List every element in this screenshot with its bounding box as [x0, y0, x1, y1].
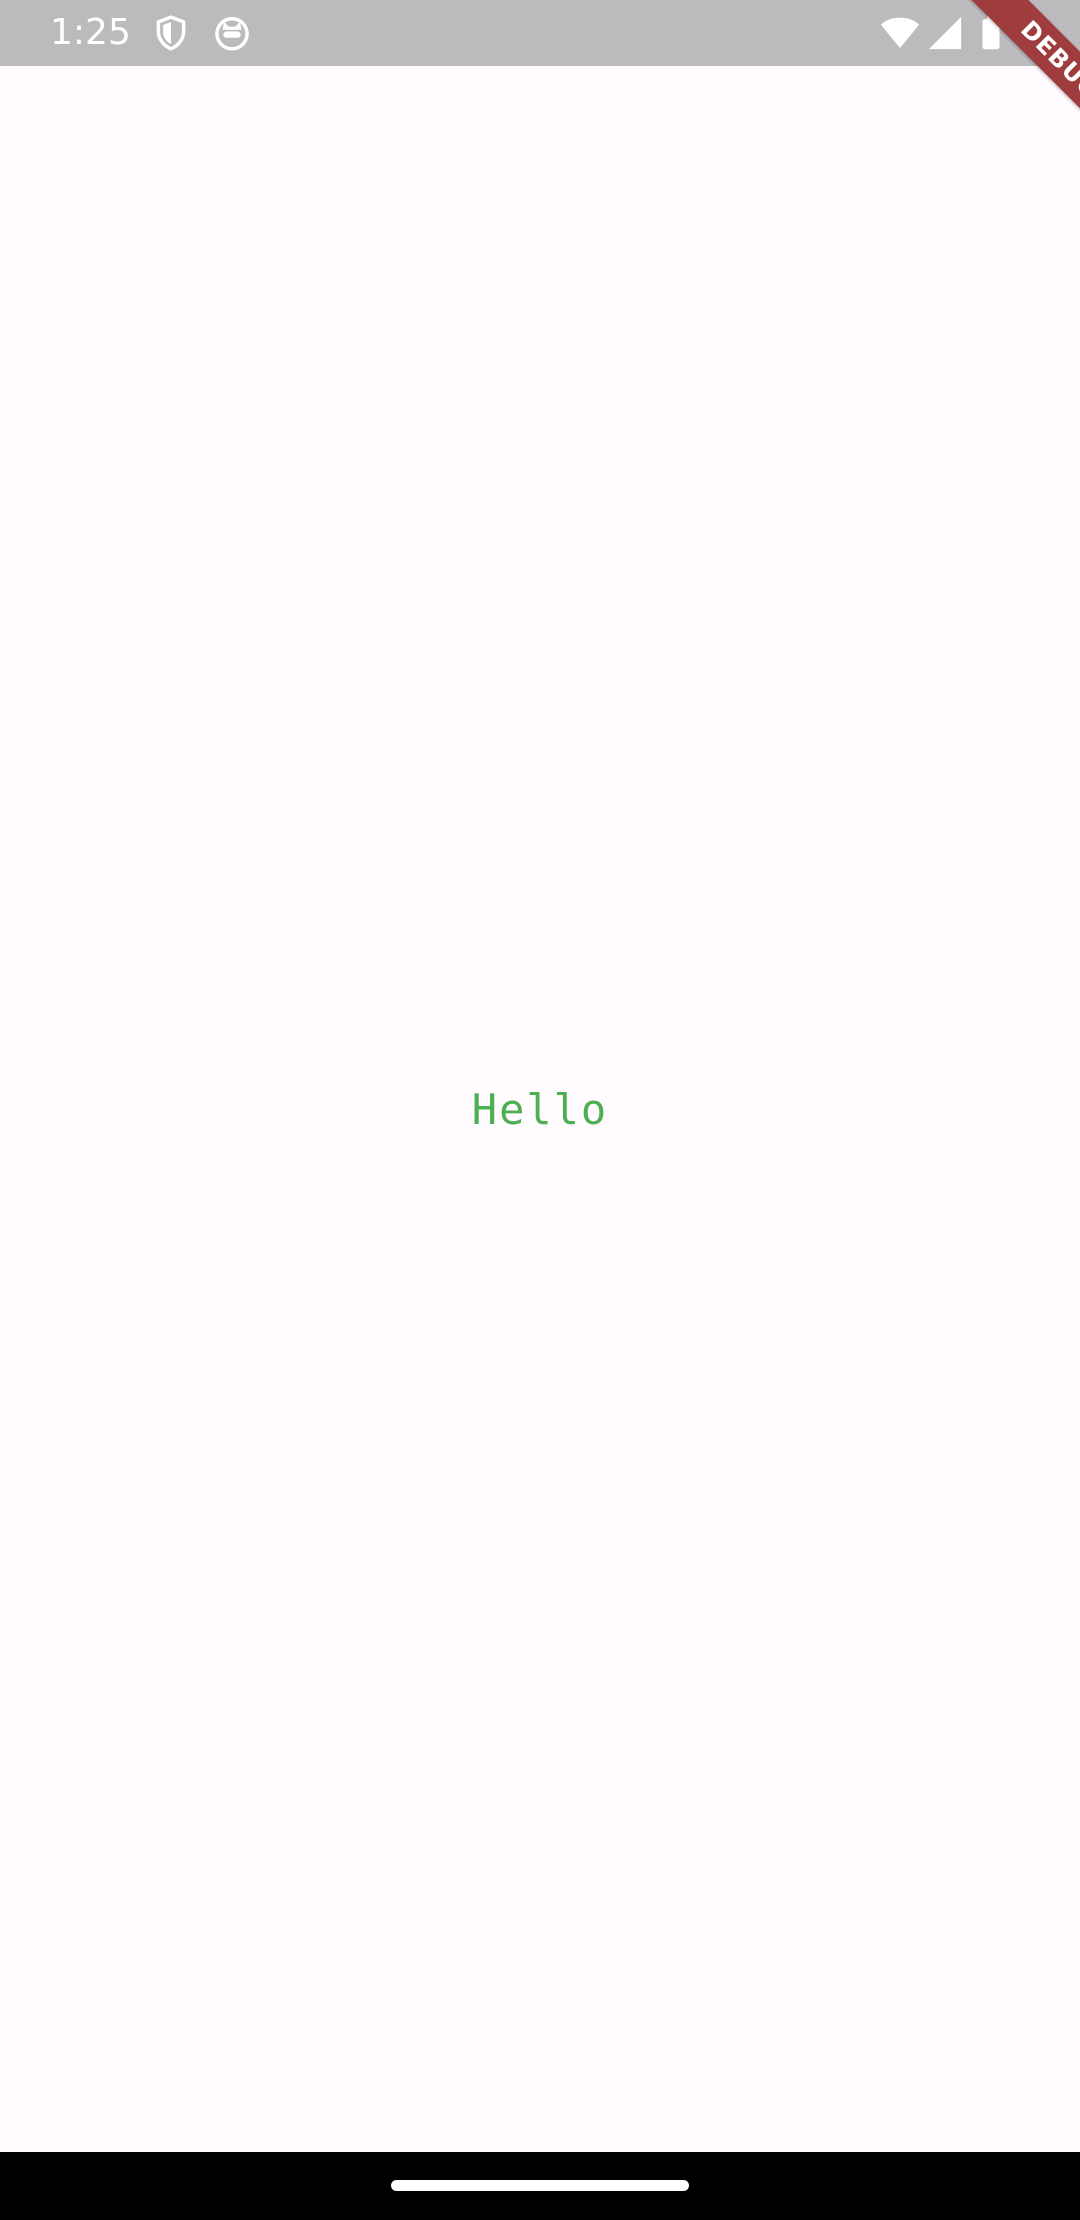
- signal-icon: [928, 16, 962, 50]
- main-content: Hello: [0, 66, 1080, 2152]
- app-screen: 1:25 DEBUG Hello: [0, 0, 1080, 2220]
- navigation-bar: [0, 2152, 1080, 2220]
- cat-face-icon: [215, 17, 249, 51]
- home-handle-icon[interactable]: [391, 2180, 689, 2191]
- battery-icon: [982, 16, 1000, 50]
- status-time: 1:25: [50, 12, 131, 53]
- shield-icon: [156, 15, 186, 51]
- hello-text: Hello: [471, 1084, 609, 1134]
- wifi-icon: [880, 17, 920, 48]
- status-bar: 1:25: [0, 0, 1080, 66]
